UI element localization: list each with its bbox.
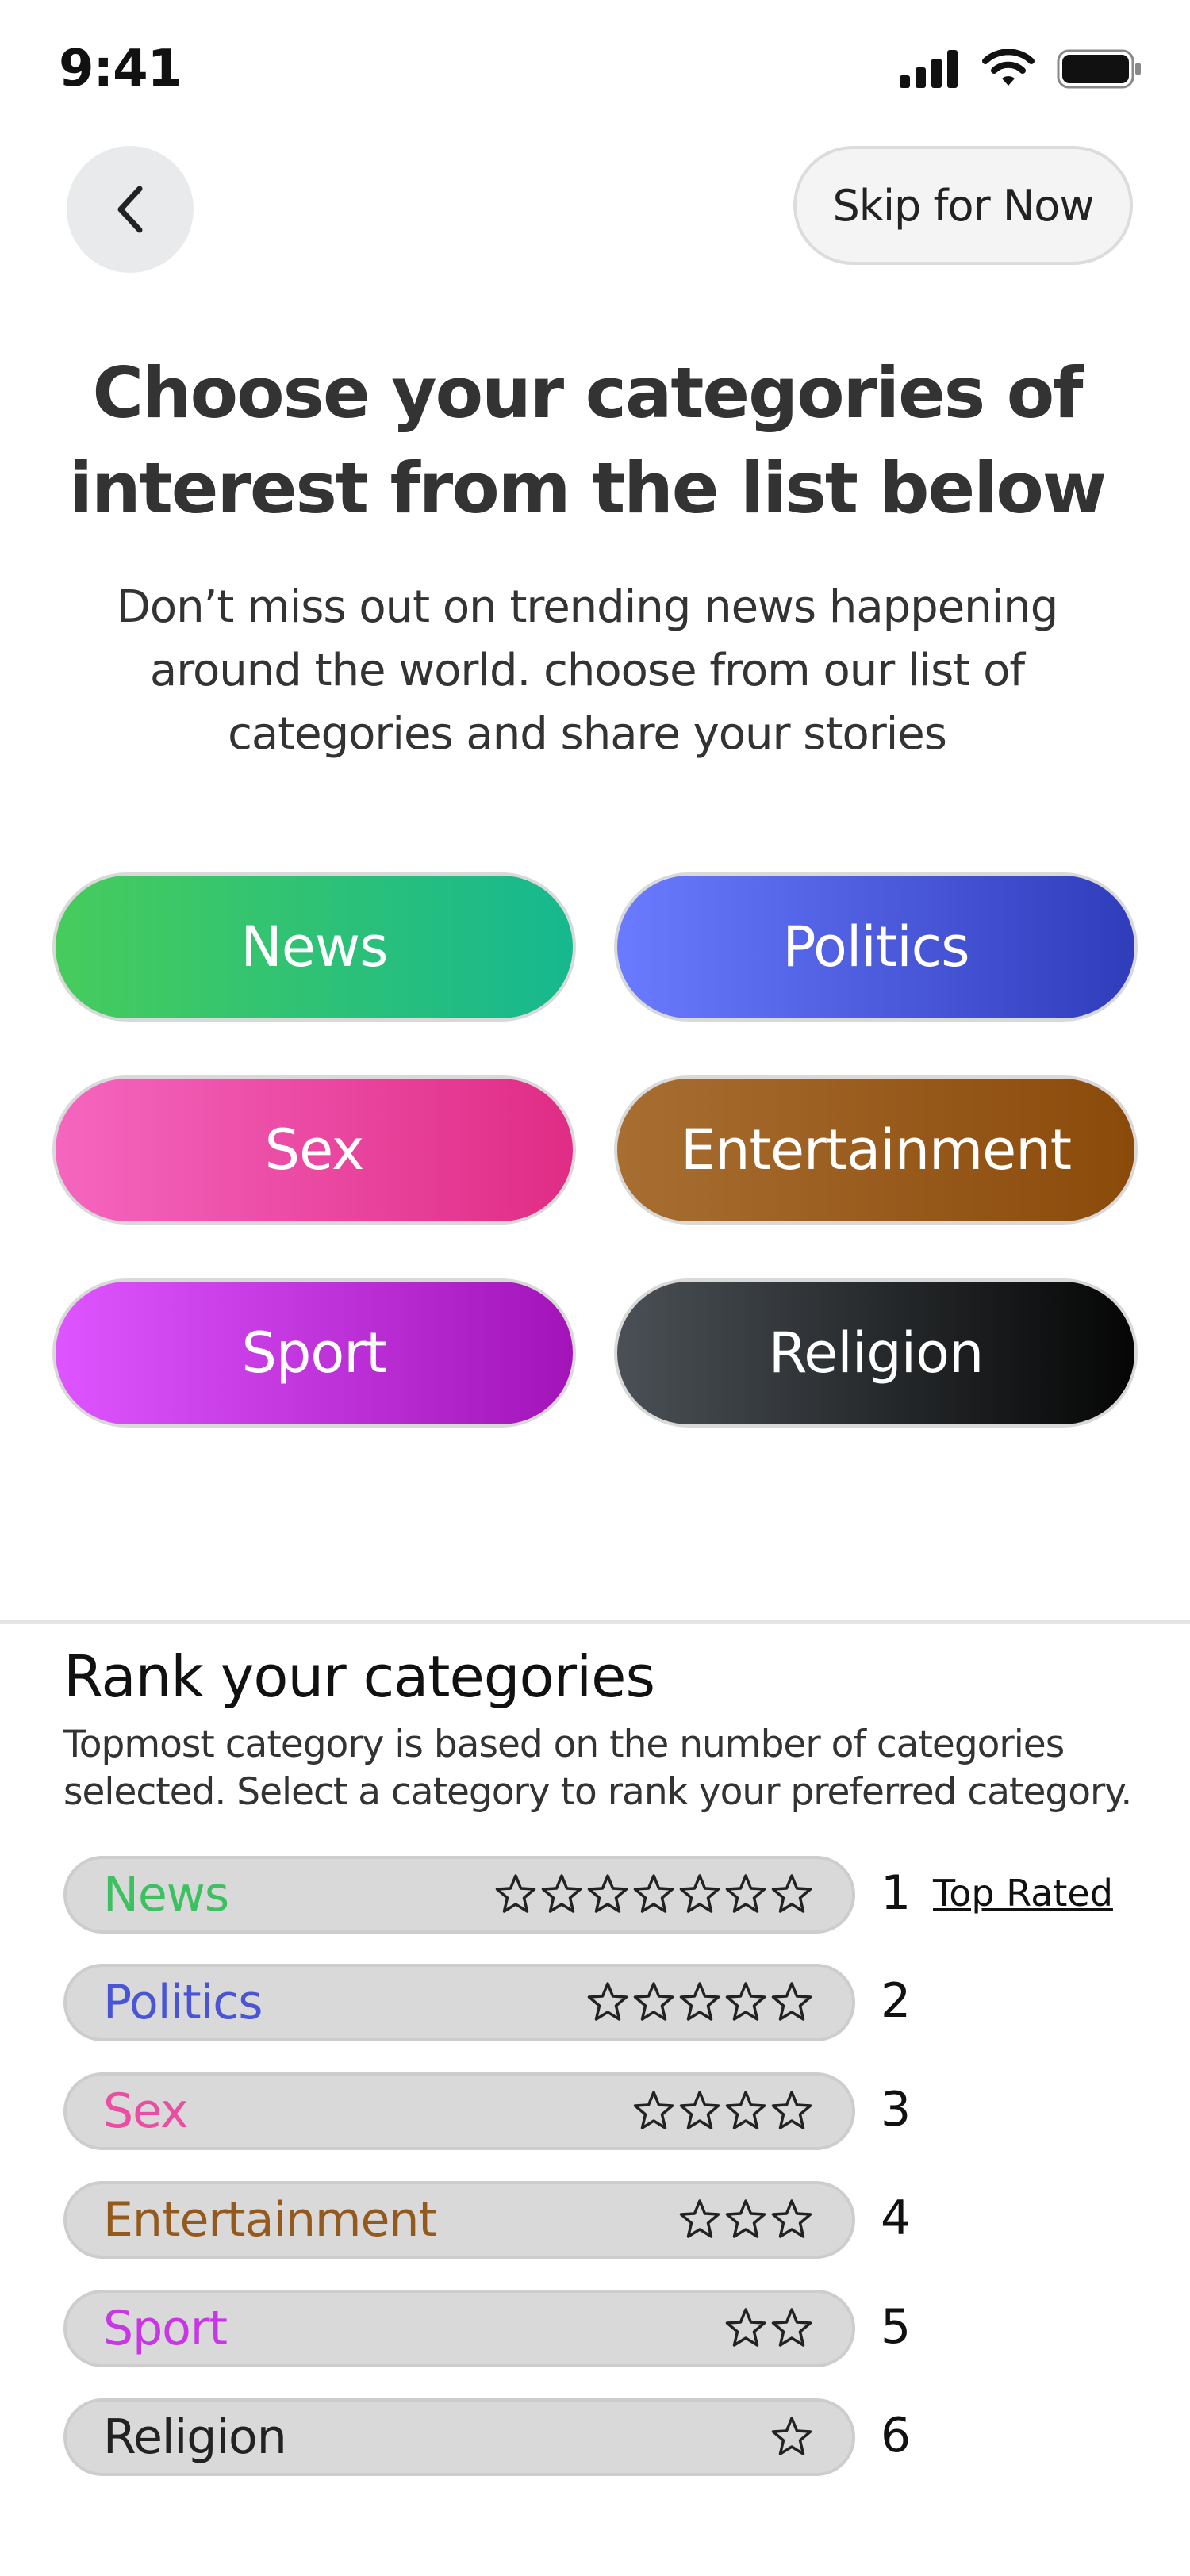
- star-icon: [771, 2308, 812, 2347]
- star-icon: [771, 2417, 812, 2455]
- status-time: 9:41: [59, 40, 182, 98]
- star-rating: [678, 2198, 814, 2242]
- rank-label: Religion: [103, 2409, 287, 2465]
- rank-label: Politics: [103, 1975, 263, 2030]
- star-icon: [679, 1874, 720, 1913]
- rank-row-politics[interactable]: Politics: [63, 1964, 855, 2041]
- star-rating: [770, 2415, 814, 2459]
- rank-number: 5: [881, 2299, 912, 2355]
- star-icon: [725, 2308, 766, 2347]
- skip-for-now-button[interactable]: Skip for Now: [793, 146, 1133, 265]
- star-icon: [725, 2199, 766, 2238]
- top-rated-link[interactable]: Top Rated: [933, 1872, 1113, 1915]
- rank-row-sport[interactable]: Sport: [63, 2290, 855, 2367]
- signal-icon: [900, 50, 958, 88]
- star-icon: [679, 2199, 720, 2238]
- rank-row-news[interactable]: News: [63, 1856, 855, 1934]
- rank-row-sex[interactable]: Sex: [63, 2072, 855, 2150]
- battery-icon: [1057, 49, 1141, 89]
- rank-label: News: [103, 1867, 229, 1922]
- star-icon: [541, 1874, 582, 1913]
- rank-number: 3: [881, 2082, 912, 2137]
- wifi-icon: [982, 49, 1035, 86]
- category-button-news[interactable]: News: [52, 872, 576, 1022]
- rank-number: 4: [881, 2191, 912, 2246]
- star-icon: [587, 1874, 628, 1913]
- star-icon: [633, 2091, 674, 2129]
- star-icon: [495, 1874, 536, 1913]
- rank-label: Sport: [103, 2301, 228, 2356]
- rank-section-title: Rank your categories: [63, 1643, 655, 1710]
- category-button-politics[interactable]: Politics: [614, 872, 1138, 1022]
- star-icon: [771, 2091, 812, 2129]
- star-icon: [725, 1982, 766, 2021]
- star-rating: [493, 1873, 814, 1917]
- star-icon: [771, 1874, 812, 1913]
- category-button-religion[interactable]: Religion: [614, 1278, 1138, 1428]
- rank-number: 2: [881, 1973, 912, 2029]
- star-rating: [631, 2089, 814, 2133]
- chevron-left-icon: [117, 186, 143, 233]
- star-rating: [724, 2306, 814, 2351]
- rank-row-religion[interactable]: Religion: [63, 2398, 855, 2476]
- section-divider: [0, 1620, 1190, 1624]
- rank-row-entertainment[interactable]: Entertainment: [63, 2181, 855, 2259]
- rank-section-description: Topmost category is based on the number …: [63, 1723, 1132, 1814]
- star-icon: [679, 2091, 720, 2129]
- rank-number: 6: [881, 2408, 912, 2463]
- category-button-sex[interactable]: Sex: [52, 1075, 576, 1225]
- star-icon: [771, 1982, 812, 2021]
- page-subtitle: Don’t miss out on trending news happenin…: [116, 581, 1059, 760]
- rank-label: Sex: [103, 2083, 188, 2139]
- star-icon: [633, 1982, 674, 2021]
- category-button-sport[interactable]: Sport: [52, 1278, 576, 1428]
- rank-number: 1: [881, 1865, 912, 1921]
- rank-label: Entertainment: [103, 2192, 437, 2248]
- category-button-entertainment[interactable]: Entertainment: [614, 1075, 1138, 1225]
- star-icon: [633, 1874, 674, 1913]
- star-icon: [771, 2199, 812, 2238]
- back-button[interactable]: [67, 146, 194, 273]
- status-icons: [900, 49, 1142, 89]
- star-icon: [679, 1982, 720, 2021]
- star-icon: [725, 2091, 766, 2129]
- star-rating: [585, 1980, 814, 2025]
- star-icon: [587, 1982, 628, 2021]
- star-icon: [725, 1874, 766, 1913]
- page-title: Choose your categories of interest from …: [68, 352, 1107, 529]
